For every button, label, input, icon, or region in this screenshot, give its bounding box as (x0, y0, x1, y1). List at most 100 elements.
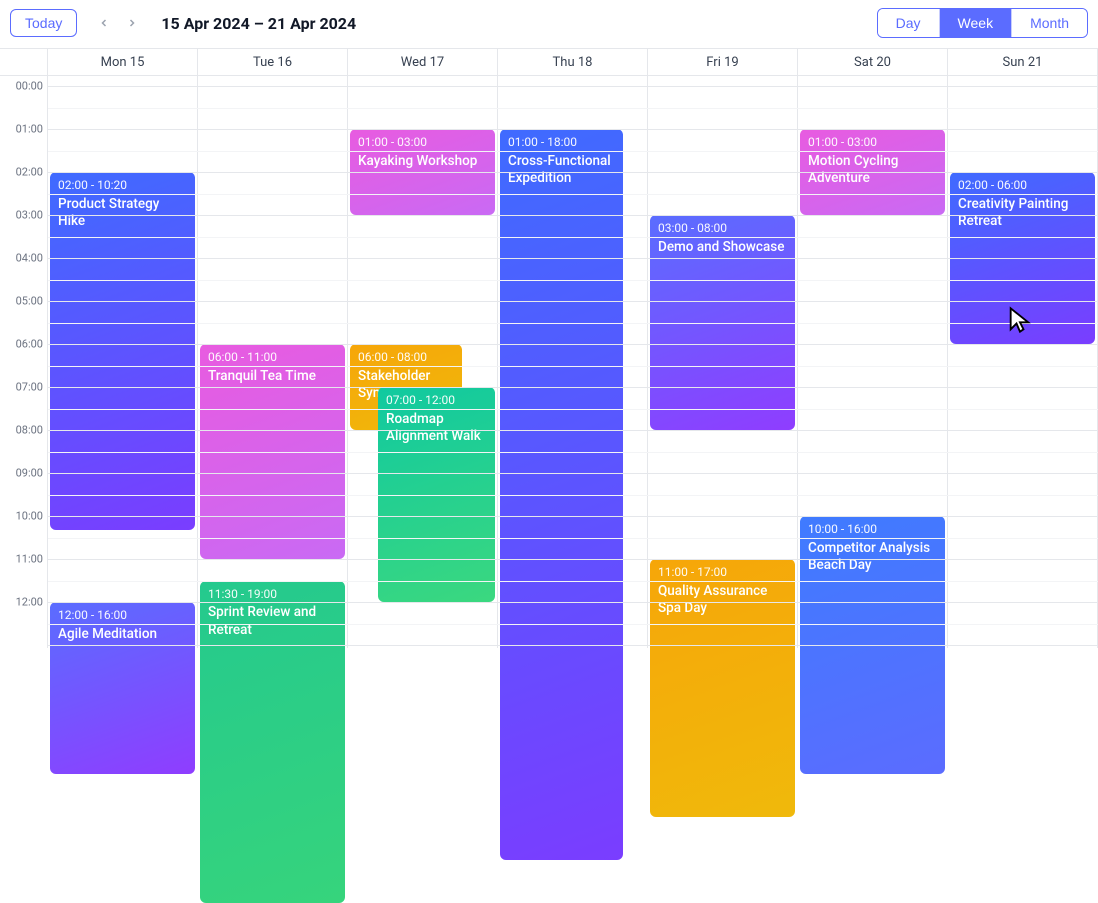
hour-label: 10:00 (0, 510, 43, 523)
calendar: Mon 15Tue 16Wed 17Thu 18Fri 19Sat 20Sun … (0, 48, 1098, 648)
chevron-right-icon (126, 17, 138, 29)
hour-gridline (48, 602, 1098, 603)
half-hour-gridline (48, 237, 1098, 238)
next-week-button[interactable] (121, 12, 143, 34)
hour-label: 12:00 (0, 596, 43, 609)
event-title: Competitor Analysis Beach Day (808, 540, 937, 575)
time-gutter-header (0, 49, 48, 75)
day-column[interactable]: 01:00 - 03:00 Kayaking Workshop 06:00 - 08… (348, 76, 498, 648)
hour-label: 07:00 (0, 381, 43, 394)
view-month-button[interactable]: Month (1011, 9, 1087, 37)
calendar-header: Today 15 Apr 2024 – 21 Apr 2024 Day Week… (0, 0, 1098, 48)
event-time-label: 02:00 - 06:00 (958, 178, 1087, 194)
today-button[interactable]: Today (10, 9, 77, 37)
hour-gridline (48, 86, 1098, 87)
event-time-label: 06:00 - 08:00 (358, 350, 454, 366)
hour-gridline (48, 129, 1098, 130)
hour-gridline (48, 258, 1098, 259)
event-time-label: 07:00 - 12:00 (386, 393, 487, 409)
event-title: Tranquil Tea Time (208, 368, 337, 386)
day-header[interactable]: Wed 17 (348, 49, 498, 75)
hour-label: 09:00 (0, 467, 43, 480)
hour-gridline (48, 387, 1098, 388)
hour-label: 11:00 (0, 553, 43, 566)
hour-gridline (48, 473, 1098, 474)
calendar-event[interactable]: 11:00 - 17:00 Quality Assurance Spa Day (650, 559, 795, 817)
hour-label: 05:00 (0, 295, 43, 308)
hour-label: 03:00 (0, 209, 43, 222)
day-header[interactable]: Thu 18 (498, 49, 648, 75)
half-hour-gridline (48, 151, 1098, 152)
day-headers-row: Mon 15Tue 16Wed 17Thu 18Fri 19Sat 20Sun … (0, 48, 1098, 76)
day-header[interactable]: Mon 15 (48, 49, 198, 75)
hour-label: 06:00 (0, 338, 43, 351)
half-hour-gridline (48, 108, 1098, 109)
hour-gridline (48, 559, 1098, 560)
half-hour-gridline (48, 194, 1098, 195)
event-title: Quality Assurance Spa Day (658, 583, 787, 618)
hour-label: 01:00 (0, 123, 43, 136)
day-header[interactable]: Sat 20 (798, 49, 948, 75)
day-column[interactable]: 03:00 - 08:00 Demo and Showcase 11:00 - 17… (648, 76, 798, 648)
calendar-grid[interactable]: 02:00 - 10:20 Product Strategy Hike 12:00 … (48, 76, 1098, 648)
half-hour-gridline (48, 624, 1098, 625)
hour-label: 02:00 (0, 166, 43, 179)
half-hour-gridline (48, 581, 1098, 582)
event-time-label: 01:00 - 18:00 (508, 135, 615, 151)
hour-gridline (48, 430, 1098, 431)
hour-label: 04:00 (0, 252, 43, 265)
hour-gridline (48, 215, 1098, 216)
time-gutter: 00:00 01:00 02:00 03:00 04:00 05:00 06:00 07:00… (0, 76, 48, 648)
day-column[interactable]: 01:00 - 18:00 Cross-Functional Expedition (498, 76, 648, 648)
event-time-label: 02:00 - 10:20 (58, 178, 187, 194)
event-time-label: 01:00 - 03:00 (808, 135, 937, 151)
day-column[interactable]: 02:00 - 10:20 Product Strategy Hike 12:00 … (48, 76, 198, 648)
event-time-label: 11:00 - 17:00 (658, 565, 787, 581)
half-hour-gridline (48, 495, 1098, 496)
event-time-label: 12:00 - 16:00 (58, 608, 187, 624)
chevron-left-icon (98, 17, 110, 29)
calendar-body: 00:00 01:00 02:00 03:00 04:00 05:00 06:00 07:00… (0, 76, 1098, 648)
calendar-event[interactable]: 02:00 - 10:20 Product Strategy Hike (50, 172, 195, 530)
view-week-button[interactable]: Week (939, 9, 1012, 37)
event-title: Product Strategy Hike (58, 196, 187, 231)
event-title: Motion Cycling Adventure (808, 153, 937, 188)
hour-label: 08:00 (0, 424, 43, 437)
hour-gridline (48, 344, 1098, 345)
event-time-label: 11:30 - 19:00 (208, 587, 337, 603)
event-title: Creativity Painting Retreat (958, 196, 1087, 231)
event-title: Agile Meditation (58, 626, 187, 644)
half-hour-gridline (48, 280, 1098, 281)
event-time-label: 01:00 - 03:00 (358, 135, 487, 151)
event-title: Sprint Review and Retreat (208, 604, 337, 639)
half-hour-gridline (48, 409, 1098, 410)
day-column[interactable]: 02:00 - 06:00 Creativity Painting Retreat (948, 76, 1098, 648)
date-range-label: 15 Apr 2024 – 21 Apr 2024 (153, 14, 356, 33)
day-column[interactable]: 01:00 - 03:00 Motion Cycling Adventure 10:… (798, 76, 948, 648)
event-title: Kayaking Workshop (358, 153, 487, 171)
view-switch: Day Week Month (877, 8, 1088, 38)
event-time-label: 03:00 - 08:00 (658, 221, 787, 237)
hour-gridline (48, 301, 1098, 302)
hour-gridline (48, 645, 1098, 646)
header-left: Today 15 Apr 2024 – 21 Apr 2024 (10, 9, 356, 37)
hour-label: 00:00 (0, 80, 43, 93)
event-time-label: 10:00 - 16:00 (808, 522, 937, 538)
event-time-label: 06:00 - 11:00 (208, 350, 337, 366)
half-hour-gridline (48, 323, 1098, 324)
event-title: Cross-Functional Expedition (508, 153, 615, 188)
half-hour-gridline (48, 538, 1098, 539)
calendar-event[interactable]: 12:00 - 16:00 Agile Meditation (50, 602, 195, 774)
view-day-button[interactable]: Day (878, 9, 939, 37)
day-header[interactable]: Tue 16 (198, 49, 348, 75)
event-title: Demo and Showcase (658, 239, 787, 257)
hour-gridline (48, 516, 1098, 517)
half-hour-gridline (48, 366, 1098, 367)
event-title: Roadmap Alignment Walk (386, 411, 487, 446)
prev-week-button[interactable] (93, 12, 115, 34)
date-nav (87, 12, 143, 34)
day-column[interactable]: 06:00 - 11:00 Tranquil Tea Time 11:30 - 19… (198, 76, 348, 648)
day-header[interactable]: Fri 19 (648, 49, 798, 75)
calendar-event[interactable]: 11:30 - 19:00Sprint Review and Retreat (200, 581, 345, 903)
day-header[interactable]: Sun 21 (948, 49, 1098, 75)
